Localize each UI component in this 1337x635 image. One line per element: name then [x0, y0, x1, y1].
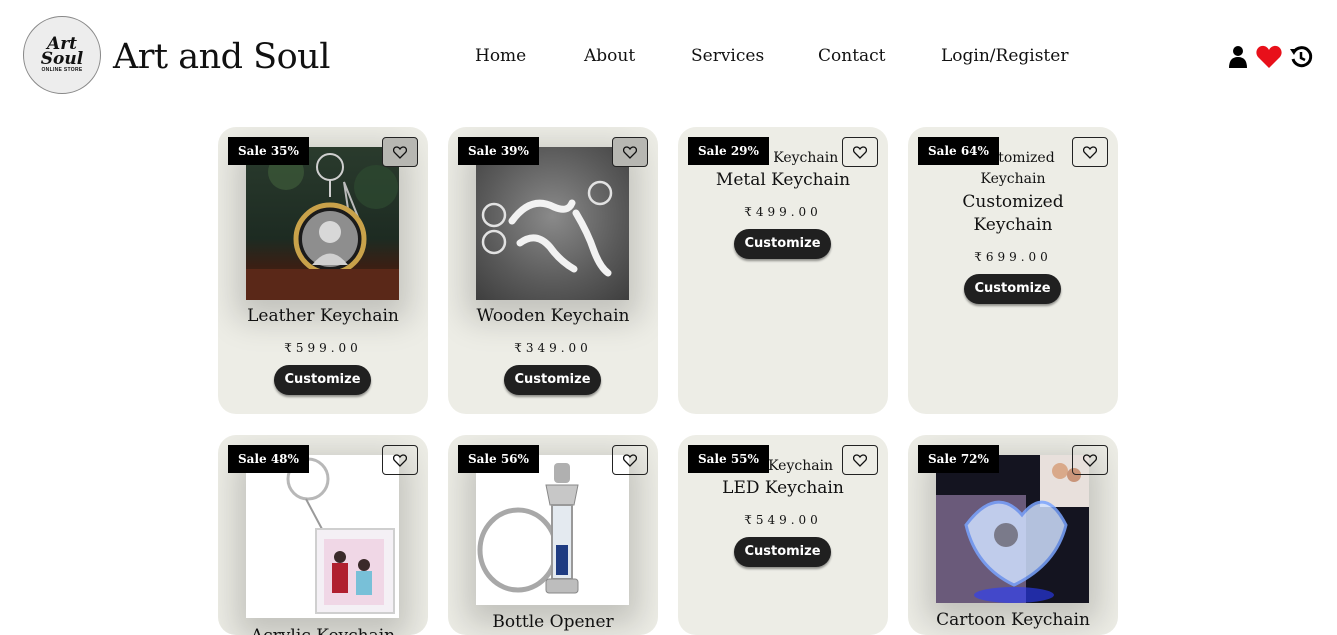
nav-about[interactable]: About [584, 45, 635, 67]
user-icon[interactable] [1225, 44, 1251, 70]
product-price: ₹499.00 [744, 205, 822, 219]
product-price: ₹599.00 [284, 341, 362, 355]
product-image-lantern-keychain[interactable] [476, 455, 629, 605]
wishlist-heart-icon[interactable] [382, 137, 418, 167]
heart-icon[interactable] [1256, 44, 1282, 70]
product-name[interactable]: Cartoon Keychain [908, 609, 1118, 632]
product-card[interactable]: Sale 56% Bottle Opener [448, 435, 658, 635]
product-name[interactable]: Metal Keychain [678, 169, 888, 192]
product-price: ₹349.00 [514, 341, 592, 355]
product-name[interactable]: Wooden Keychain [448, 305, 658, 328]
product-image-acrylic-couple-keychain[interactable] [246, 455, 399, 618]
nav-login-register[interactable]: Login/Register [941, 45, 1068, 67]
product-name[interactable]: LED Keychain [678, 477, 888, 500]
nav-home[interactable]: Home [475, 45, 526, 67]
wishlist-heart-icon[interactable] [1072, 137, 1108, 167]
wishlist-heart-icon[interactable] [612, 137, 648, 167]
logo-text-store: ONLINE STORE [41, 67, 83, 73]
product-card[interactable]: Sale 29% Metal Keychain Metal Keychain ₹… [678, 127, 888, 414]
wishlist-heart-icon[interactable] [382, 445, 418, 475]
product-name[interactable]: Acrylic Keychain [218, 625, 428, 635]
logo-text-soul: Soul [40, 49, 84, 69]
site-logo[interactable]: Art Soul ONLINE STORE [23, 16, 101, 94]
product-image-name-keychains[interactable] [476, 147, 629, 300]
sale-badge: Sale 39% [458, 137, 539, 165]
brand-name[interactable]: Art and Soul [113, 36, 330, 78]
site-header: Art Soul ONLINE STORE Art and Soul Home … [0, 0, 1337, 115]
customize-button[interactable]: Customize [504, 365, 601, 395]
customize-button[interactable]: Customize [964, 274, 1061, 304]
product-price: ₹699.00 [974, 250, 1052, 264]
product-image-circle-photo-keychain[interactable] [246, 147, 399, 300]
sale-badge: Sale 55% [688, 445, 769, 473]
product-name[interactable]: Leather Keychain [218, 305, 428, 328]
product-price: ₹549.00 [744, 513, 822, 527]
sale-badge: Sale 72% [918, 445, 999, 473]
product-card[interactable]: Sale 39% Wooden Keychain ₹349.00 Customi… [448, 127, 658, 414]
sale-badge: Sale 35% [228, 137, 309, 165]
sale-badge: Sale 48% [228, 445, 309, 473]
wishlist-heart-icon[interactable] [612, 445, 648, 475]
wishlist-heart-icon[interactable] [1072, 445, 1108, 475]
sale-badge: Sale 64% [918, 137, 999, 165]
product-image-crystal-heart-keychain[interactable] [936, 455, 1089, 603]
wishlist-heart-icon[interactable] [842, 137, 878, 167]
wishlist-heart-icon[interactable] [842, 445, 878, 475]
product-card[interactable]: Sale 55% LED Keychain LED Keychain ₹549.… [678, 435, 888, 635]
sale-badge: Sale 56% [458, 445, 539, 473]
product-card[interactable]: Sale 64% Customized Keychain Customized … [908, 127, 1118, 414]
product-card[interactable]: Sale 48% Acrylic Keychain [218, 435, 428, 635]
product-name[interactable]: Customized Keychain [953, 191, 1073, 237]
sale-badge: Sale 29% [688, 137, 769, 165]
product-card[interactable]: Sale 72% Cartoon Keychain [908, 435, 1118, 635]
customize-button[interactable]: Customize [734, 537, 831, 567]
customize-button[interactable]: Customize [734, 229, 831, 259]
nav-services[interactable]: Services [691, 45, 764, 67]
history-icon[interactable] [1288, 44, 1314, 70]
product-card[interactable]: Sale 35% Leather Keychain ₹599.00 Custom… [218, 127, 428, 414]
nav-contact[interactable]: Contact [818, 45, 886, 67]
customize-button[interactable]: Customize [274, 365, 371, 395]
